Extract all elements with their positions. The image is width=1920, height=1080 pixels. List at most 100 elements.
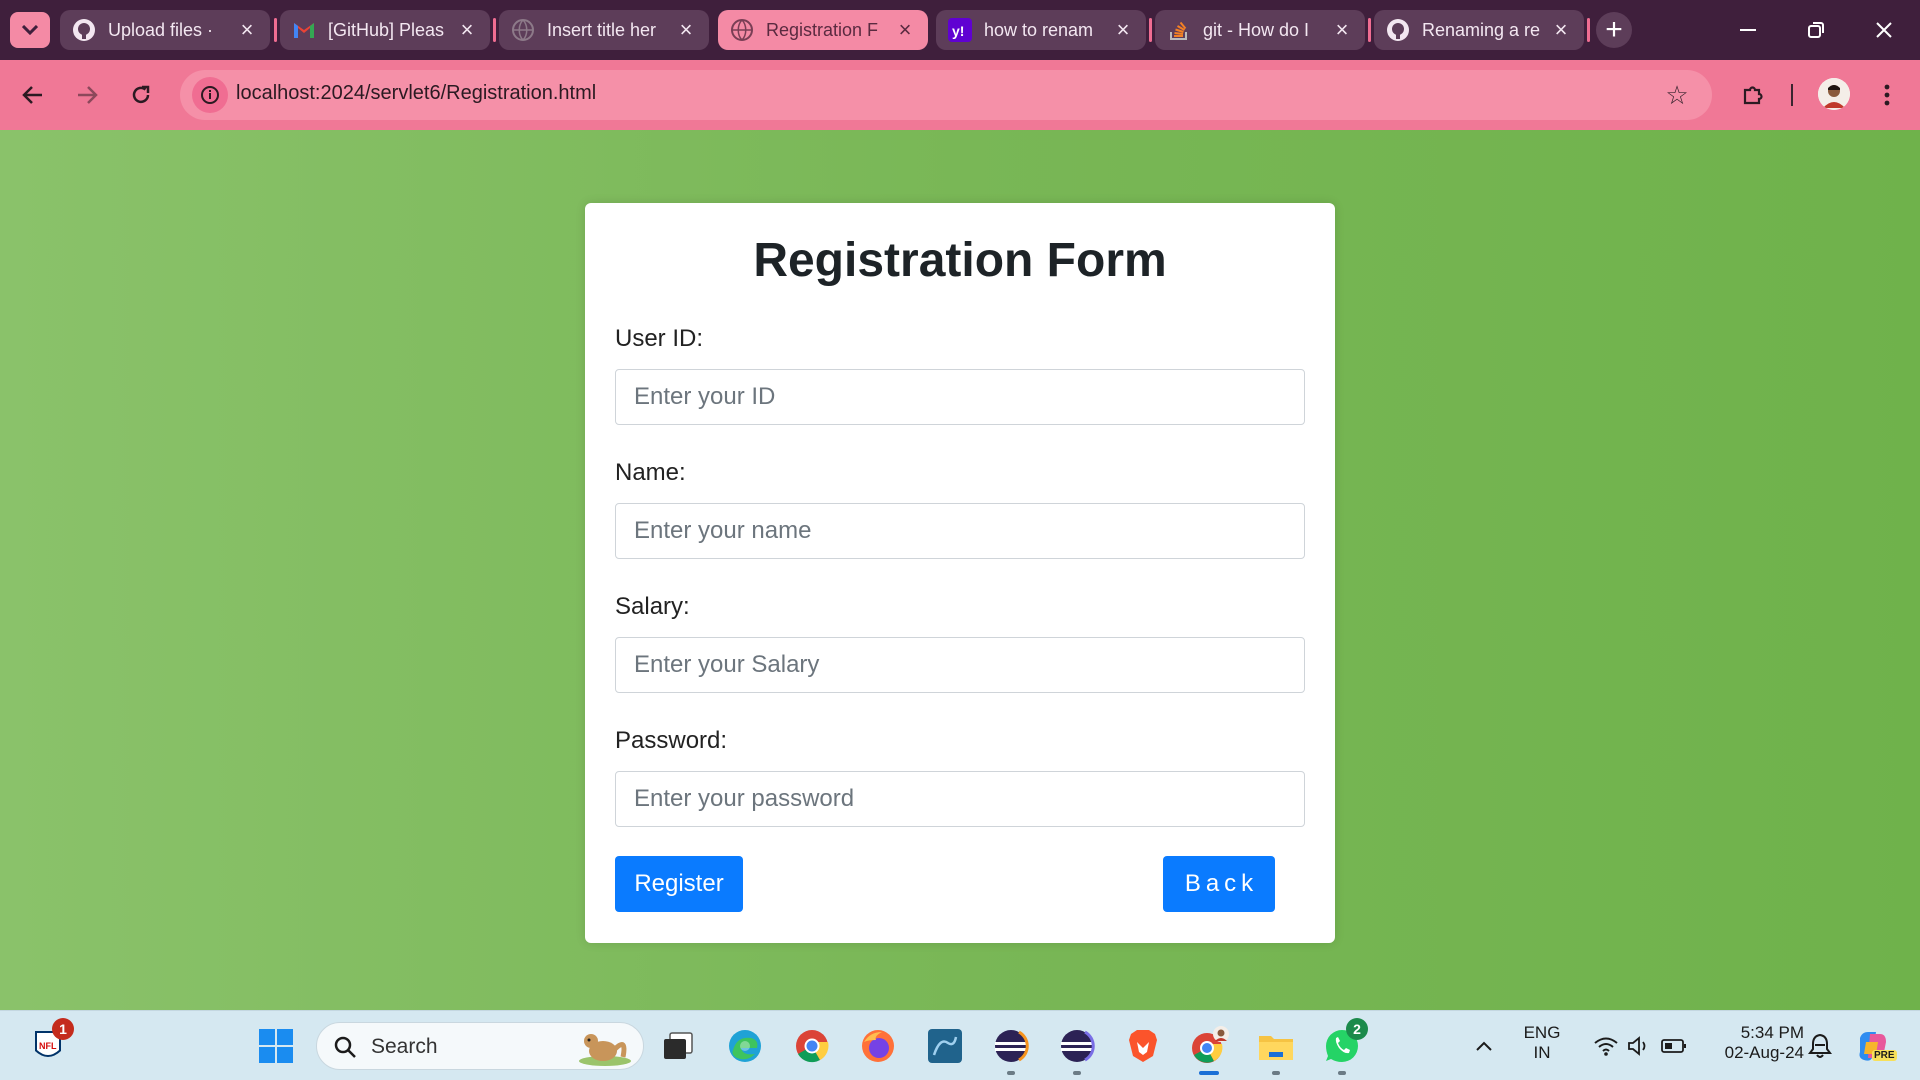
back-nav-button[interactable]	[14, 76, 52, 114]
svg-text:NFL: NFL	[39, 1041, 57, 1051]
page-viewport: Registration Form User ID: Name: Salary:…	[0, 130, 1920, 1010]
tab-upload-files[interactable]: Upload files · ×	[60, 10, 270, 50]
taskbar-eclipse-2[interactable]	[1057, 1026, 1097, 1075]
site-info-button[interactable]	[192, 77, 228, 113]
nfl-widget[interactable]: NFL 1	[28, 1018, 74, 1066]
restore-button[interactable]	[1794, 10, 1838, 50]
name-label: Name:	[615, 459, 686, 486]
copilot-preview-tag: PRE	[1872, 1050, 1897, 1061]
task-view-icon	[664, 1032, 693, 1059]
running-indicator	[1073, 1071, 1081, 1075]
bookmark-star-icon[interactable]: ☆	[1662, 80, 1692, 110]
taskbar-chrome[interactable]	[792, 1026, 832, 1066]
notification-badge: 2	[1346, 1018, 1368, 1040]
search-icon	[334, 1036, 356, 1058]
notification-bell-icon	[1808, 1033, 1832, 1058]
quick-settings-button[interactable]	[1580, 1026, 1700, 1066]
plus-icon: +	[1605, 13, 1623, 46]
user-id-label: User ID:	[615, 325, 704, 352]
taskbar-file-explorer[interactable]	[1256, 1026, 1296, 1075]
running-indicator	[1272, 1071, 1280, 1075]
tab-strip: Upload files · × [GitHub] Pleas × Insert…	[0, 0, 1920, 60]
globe-icon	[730, 18, 754, 42]
task-view-button[interactable]	[658, 1026, 698, 1066]
password-input[interactable]	[615, 771, 1305, 827]
close-window-button[interactable]	[1862, 10, 1906, 50]
wifi-icon	[1594, 1037, 1618, 1056]
user-id-input[interactable]	[615, 369, 1305, 425]
brave-icon	[1129, 1030, 1157, 1062]
windows-logo-icon	[259, 1029, 293, 1063]
address-bar[interactable]: localhost:2024/servlet6/Registration.htm…	[180, 70, 1712, 120]
taskbar-search[interactable]: Search	[316, 1022, 644, 1070]
tab-separator	[493, 18, 496, 42]
forward-nav-button[interactable]	[68, 76, 106, 114]
volume-icon	[1628, 1036, 1646, 1056]
notifications-button[interactable]	[1800, 1026, 1840, 1066]
close-icon[interactable]: ×	[1331, 19, 1353, 41]
profile-avatar[interactable]	[1818, 78, 1850, 110]
taskbar-eclipse-1[interactable]	[991, 1026, 1031, 1075]
minimize-button[interactable]	[1726, 10, 1770, 50]
close-icon[interactable]: ×	[1112, 19, 1134, 41]
clock[interactable]: 5:34 PM 02-Aug-24	[1700, 1023, 1804, 1063]
github-icon	[72, 18, 96, 42]
registration-form-card: Registration Form User ID: Name: Salary:…	[585, 203, 1335, 943]
extensions-button[interactable]	[1734, 76, 1772, 114]
tab-title: Renaming a re	[1422, 19, 1541, 40]
close-icon[interactable]: ×	[236, 19, 258, 41]
language-indicator[interactable]: ENG IN	[1518, 1023, 1566, 1063]
battery-icon	[1661, 1039, 1686, 1053]
reload-icon	[132, 85, 150, 104]
close-icon[interactable]: ×	[675, 19, 697, 41]
back-button[interactable]: Back	[1163, 856, 1275, 912]
taskbar-whatsapp[interactable]: 2	[1322, 1018, 1368, 1075]
close-icon[interactable]: ×	[1550, 19, 1572, 41]
chevron-up-icon	[1476, 1041, 1492, 1051]
browser-menu-button[interactable]	[1868, 76, 1906, 114]
taskbar-brave[interactable]	[1123, 1026, 1163, 1066]
search-label: Search	[371, 1035, 438, 1058]
name-input[interactable]	[615, 503, 1305, 559]
browser-toolbar: localhost:2024/servlet6/Registration.htm…	[0, 60, 1920, 130]
tab-title: Registration F	[766, 19, 879, 40]
svg-text:y!: y!	[952, 23, 964, 39]
show-hidden-icons-button[interactable]	[1464, 1026, 1504, 1066]
user-avatar-icon	[1818, 78, 1850, 110]
password-label: Password:	[615, 727, 728, 754]
salary-input[interactable]	[615, 637, 1305, 693]
tab-title: git - How do I	[1203, 19, 1310, 40]
tab-title: Insert title her	[547, 19, 657, 40]
mysql-workbench-icon	[928, 1029, 962, 1063]
tab-github-email[interactable]: [GitHub] Pleas ×	[280, 10, 490, 50]
url-text[interactable]: localhost:2024/servlet6/Registration.htm…	[236, 82, 596, 105]
close-icon[interactable]: ×	[456, 19, 478, 41]
taskbar-firefox[interactable]	[858, 1026, 898, 1066]
tab-title: how to renam	[984, 19, 1094, 40]
new-tab-button[interactable]: +	[1596, 12, 1632, 48]
search-highlight-icon	[579, 1034, 631, 1066]
taskbar-mysql-workbench[interactable]	[925, 1026, 965, 1066]
globe-icon	[511, 18, 535, 42]
close-icon[interactable]: ×	[894, 19, 916, 41]
tab-how-to-rename[interactable]: y! how to renam ×	[936, 10, 1146, 50]
taskbar-edge[interactable]	[725, 1026, 765, 1066]
tab-insert-title[interactable]: Insert title her ×	[499, 10, 709, 50]
copilot-button[interactable]: PRE	[1852, 1026, 1897, 1066]
tab-separator	[1587, 18, 1590, 42]
tab-renaming-repo[interactable]: Renaming a re ×	[1374, 10, 1584, 50]
start-button[interactable]	[256, 1026, 296, 1066]
tab-registration-form[interactable]: Registration F ×	[718, 10, 928, 50]
reload-button[interactable]	[122, 76, 160, 114]
running-indicator	[1338, 1071, 1346, 1075]
register-button[interactable]: Register	[615, 856, 743, 912]
running-indicator	[1007, 1071, 1015, 1075]
tab-search-button[interactable]	[10, 12, 50, 48]
tab-git-how-do[interactable]: git - How do I ×	[1155, 10, 1365, 50]
eclipse-icon	[1061, 1030, 1095, 1062]
minimize-icon	[1740, 29, 1756, 31]
active-indicator	[1199, 1071, 1219, 1075]
taskbar-chrome-profile[interactable]	[1189, 1026, 1229, 1075]
tab-separator	[1368, 18, 1371, 42]
chevron-down-icon	[22, 25, 38, 35]
